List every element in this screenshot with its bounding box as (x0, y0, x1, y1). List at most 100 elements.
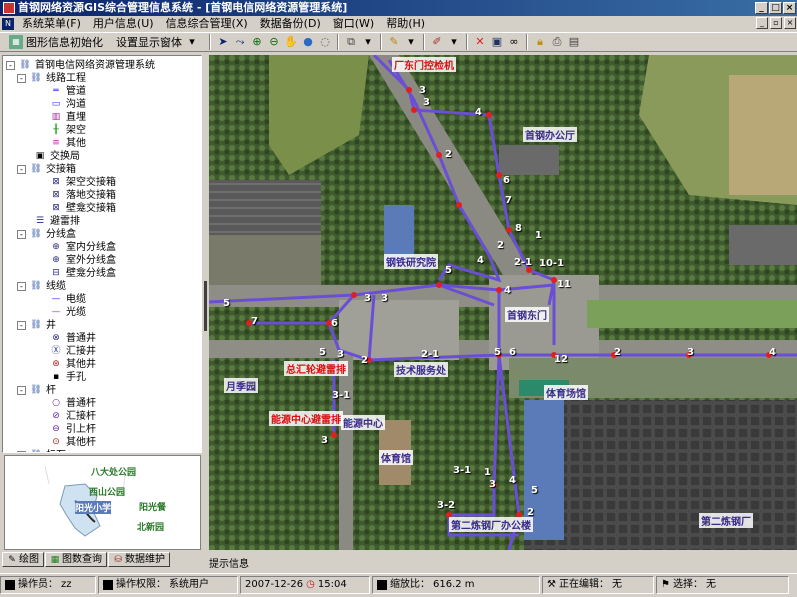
select-node-icon[interactable]: ⤳ (233, 35, 247, 49)
tree-item-fiber-cable[interactable]: — 光缆 (49, 306, 87, 319)
overview-map[interactable]: 八大处公园 西山公园 阳光小学 阳光餐 北新园 (4, 455, 201, 550)
save-icon[interactable]: ▣ (490, 35, 504, 49)
tree-item-hand-hole[interactable]: ▪ 手孔 (49, 371, 86, 384)
maximize-button[interactable]: □ (769, 2, 782, 14)
tree-item-pole[interactable]: - ⛓ 杆 (17, 384, 56, 397)
map-label[interactable]: 钢铁研究院 (384, 254, 438, 269)
tree-item-wall-box[interactable]: ⊠ 壁龛交接箱 (49, 202, 116, 215)
map-label[interactable]: 第二炼钢厂办公楼 (449, 517, 533, 532)
box-icon: ⊠ (52, 190, 60, 200)
pan-hand-icon[interactable]: ✋ (284, 35, 298, 49)
edit-icon[interactable]: ✎ (387, 35, 401, 49)
tab-draw[interactable]: ✎ 绘图 (2, 552, 44, 567)
collapse-icon[interactable]: - (17, 165, 26, 174)
tree-item-pipe[interactable]: ═ 管道 (49, 85, 86, 98)
tree-item-normal-pole[interactable]: ○ 普通杆 (49, 397, 96, 410)
tree-item-well[interactable]: - ⛓ 井 (17, 319, 56, 332)
minimize-button[interactable]: _ (755, 2, 768, 14)
map-label[interactable]: 第二炼钢厂 (699, 513, 753, 528)
node-number: 5 (445, 265, 452, 276)
editing-panel: ⚒ 正在编辑： 无 (542, 575, 654, 594)
zoom-in-icon[interactable]: ⊕ (250, 35, 264, 49)
collapse-icon[interactable]: - (6, 61, 15, 70)
display-settings-button[interactable]: 设置显示窗体 ▾ (111, 34, 204, 50)
map-label[interactable]: 首钢办公厅 (523, 127, 577, 142)
menu-user[interactable]: 用户信息(U) (87, 16, 160, 32)
map-label[interactable]: 体育场馆 (544, 385, 588, 400)
tree-item-floor-box[interactable]: ⊠ 落地交接箱 (49, 189, 116, 202)
map-label[interactable]: 能源中心 (341, 415, 385, 430)
menu-window[interactable]: 窗口(W) (327, 16, 380, 32)
menu-help[interactable]: 帮助(H) (380, 16, 431, 32)
select-arrow-icon[interactable]: ➤ (216, 35, 230, 49)
branch-icon: ⊟ (52, 268, 60, 278)
collapse-icon[interactable]: - (17, 321, 26, 330)
document-icon[interactable]: N (2, 18, 14, 30)
dropdown-icon[interactable]: ▾ (361, 35, 375, 49)
dropdown-icon[interactable]: ▾ (447, 35, 461, 49)
map-label[interactable]: 首钢东门 (505, 307, 549, 322)
tab-maintenance[interactable]: ⛁ 数据维护 (108, 552, 170, 567)
tree-item-lead-pole[interactable]: ⊖ 引上杆 (49, 423, 96, 436)
collapse-icon[interactable]: - (17, 282, 26, 291)
map-label[interactable]: 厂东门控检机 (392, 57, 456, 72)
node-number: 4 (475, 107, 482, 118)
tree-root[interactable]: - ⛓ 首钢电信网络资源管理系统 (6, 59, 155, 72)
map-label[interactable]: 总汇轮避雷排 (284, 361, 348, 376)
panel-splitter[interactable] (203, 55, 208, 568)
collapse-icon[interactable]: - (17, 386, 26, 395)
tree-item-aerial[interactable]: ╫ 架空 (49, 124, 86, 137)
mdi-close-button[interactable]: × (784, 17, 796, 29)
map-canvas[interactable]: 厂东门控检机 首钢办公厅 钢铁研究院 首钢东门 总汇轮避雷排 技术服务处 月季园… (209, 55, 797, 550)
tree-item-branch[interactable]: - ⛓ 分线盒 (17, 228, 76, 241)
collapse-icon[interactable]: - (17, 451, 26, 452)
init-graphics-button[interactable]: ▦ 图形信息初始化 (4, 34, 108, 50)
find-icon[interactable]: ∞ (507, 35, 521, 49)
map-label[interactable]: 能源中心避雷排 (269, 411, 343, 426)
close-button[interactable]: × (783, 2, 796, 14)
tree-item-line-project[interactable]: - ⛓ 线路工程 (17, 72, 86, 85)
map-label[interactable]: 技术服务处 (394, 362, 448, 377)
tree-item-cable[interactable]: - ⛓ 线缆 (17, 280, 66, 293)
lock-icon[interactable]: 🔒︎ (533, 35, 547, 49)
collapse-icon[interactable]: - (17, 230, 26, 239)
tree-item-exchange[interactable]: ▣ 交换局 (33, 150, 80, 163)
tree-item-other-pole[interactable]: ⊙ 其他杆 (49, 436, 96, 449)
tree-item-splice[interactable]: ☰ 避雷排 (33, 215, 80, 228)
mdi-restore-button[interactable]: ▫ (770, 17, 782, 29)
tree-item-outdoor-branch[interactable]: ⊕ 室外分线盒 (49, 254, 116, 267)
tree-item-wall-branch[interactable]: ⊟ 壁龛分线盒 (49, 267, 116, 280)
tree-item-other-well[interactable]: ⊛ 其他井 (49, 358, 96, 371)
print-icon[interactable]: ⎙ (550, 35, 564, 49)
layer-icon[interactable]: ⧉ (344, 35, 358, 49)
draw-icon[interactable]: ✐ (430, 35, 444, 49)
node-number: 2 (527, 507, 534, 518)
tree-item-aerial-box[interactable]: ⊠ 架空交接箱 (49, 176, 116, 189)
menu-system[interactable]: 系统菜单(F) (16, 16, 87, 32)
map-label[interactable]: 月季园 (224, 378, 258, 393)
map-label[interactable]: 体育馆 (379, 450, 413, 465)
tree-item-marker[interactable]: -⛓标石 (17, 449, 66, 452)
delete-icon[interactable]: ✕ (473, 35, 487, 49)
menu-backup[interactable]: 数据备份(D) (254, 16, 327, 32)
dropdown-icon[interactable]: ▾ (404, 35, 418, 49)
menu-info[interactable]: 信息综合管理(X) (160, 16, 254, 32)
zoom-out-icon[interactable]: ⊖ (267, 35, 281, 49)
properties-icon[interactable]: ▤ (567, 35, 581, 49)
mdi-minimize-button[interactable]: _ (756, 17, 768, 29)
tree-item-normal-well[interactable]: ⊗ 普通井 (49, 332, 96, 345)
tree-item-electric-cable[interactable]: — 电缆 (49, 293, 87, 306)
tree-item-junction-well[interactable]: Ⓧ 汇接井 (49, 345, 96, 358)
tree-item-ditch[interactable]: ▭ 沟道 (49, 98, 86, 111)
tree-item-buried[interactable]: ▥ 直埋 (49, 111, 86, 124)
globe-icon[interactable]: ● (301, 35, 315, 49)
tree-item-box[interactable]: - ⛓ 交接箱 (17, 163, 76, 176)
full-extent-icon[interactable]: ◌ (318, 35, 332, 49)
window-title: 首钢网络资源GIS综合管理信息系统 - [首钢电信网络资源管理系统] (18, 1, 348, 14)
collapse-icon[interactable]: - (17, 74, 26, 83)
tree-item-junction-pole[interactable]: ⊘ 汇接杆 (49, 410, 96, 423)
tree-item-other[interactable]: ≡ 其他 (49, 137, 86, 150)
tree-item-indoor-branch[interactable]: ⊕ 室内分线盒 (49, 241, 116, 254)
dropdown-icon: ▾ (189, 35, 195, 48)
tab-query[interactable]: ▦ 图数查询 (45, 552, 107, 567)
